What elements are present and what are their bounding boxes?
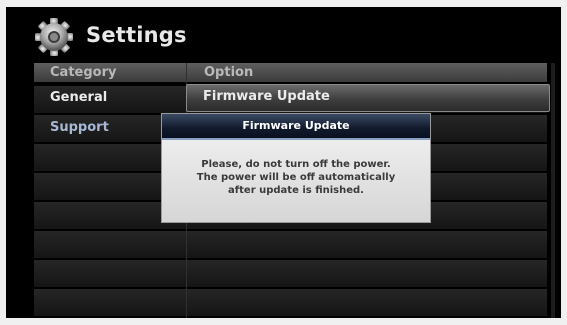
table-row bbox=[34, 289, 547, 316]
dialog-message-line: after update is finished. bbox=[228, 185, 364, 196]
option-item-firmware-update[interactable]: Firmware Update bbox=[186, 84, 550, 112]
page-title: Settings bbox=[86, 23, 187, 47]
table-row bbox=[34, 260, 547, 287]
scrollbar[interactable] bbox=[551, 63, 555, 318]
category-column-header: Category bbox=[50, 65, 117, 80]
dialog-message-line: The power will be off automatically bbox=[196, 172, 396, 183]
firmware-update-dialog: Firmware Update Please, do not turn off … bbox=[161, 113, 431, 223]
option-column-header: Option bbox=[204, 65, 254, 80]
category-item-general[interactable]: General bbox=[50, 89, 107, 107]
gear-icon bbox=[35, 18, 73, 56]
option-label: Firmware Update bbox=[203, 89, 330, 104]
dialog-title: Firmware Update bbox=[162, 114, 430, 140]
dialog-message-line: Please, do not turn off the power. bbox=[201, 159, 391, 170]
settings-screen: Settings Category Option General Support… bbox=[6, 7, 561, 318]
table-row bbox=[34, 231, 547, 258]
category-item-support[interactable]: Support bbox=[50, 119, 109, 137]
dialog-message: Please, do not turn off the power. The p… bbox=[162, 158, 430, 197]
table-header: Category Option bbox=[34, 63, 547, 82]
